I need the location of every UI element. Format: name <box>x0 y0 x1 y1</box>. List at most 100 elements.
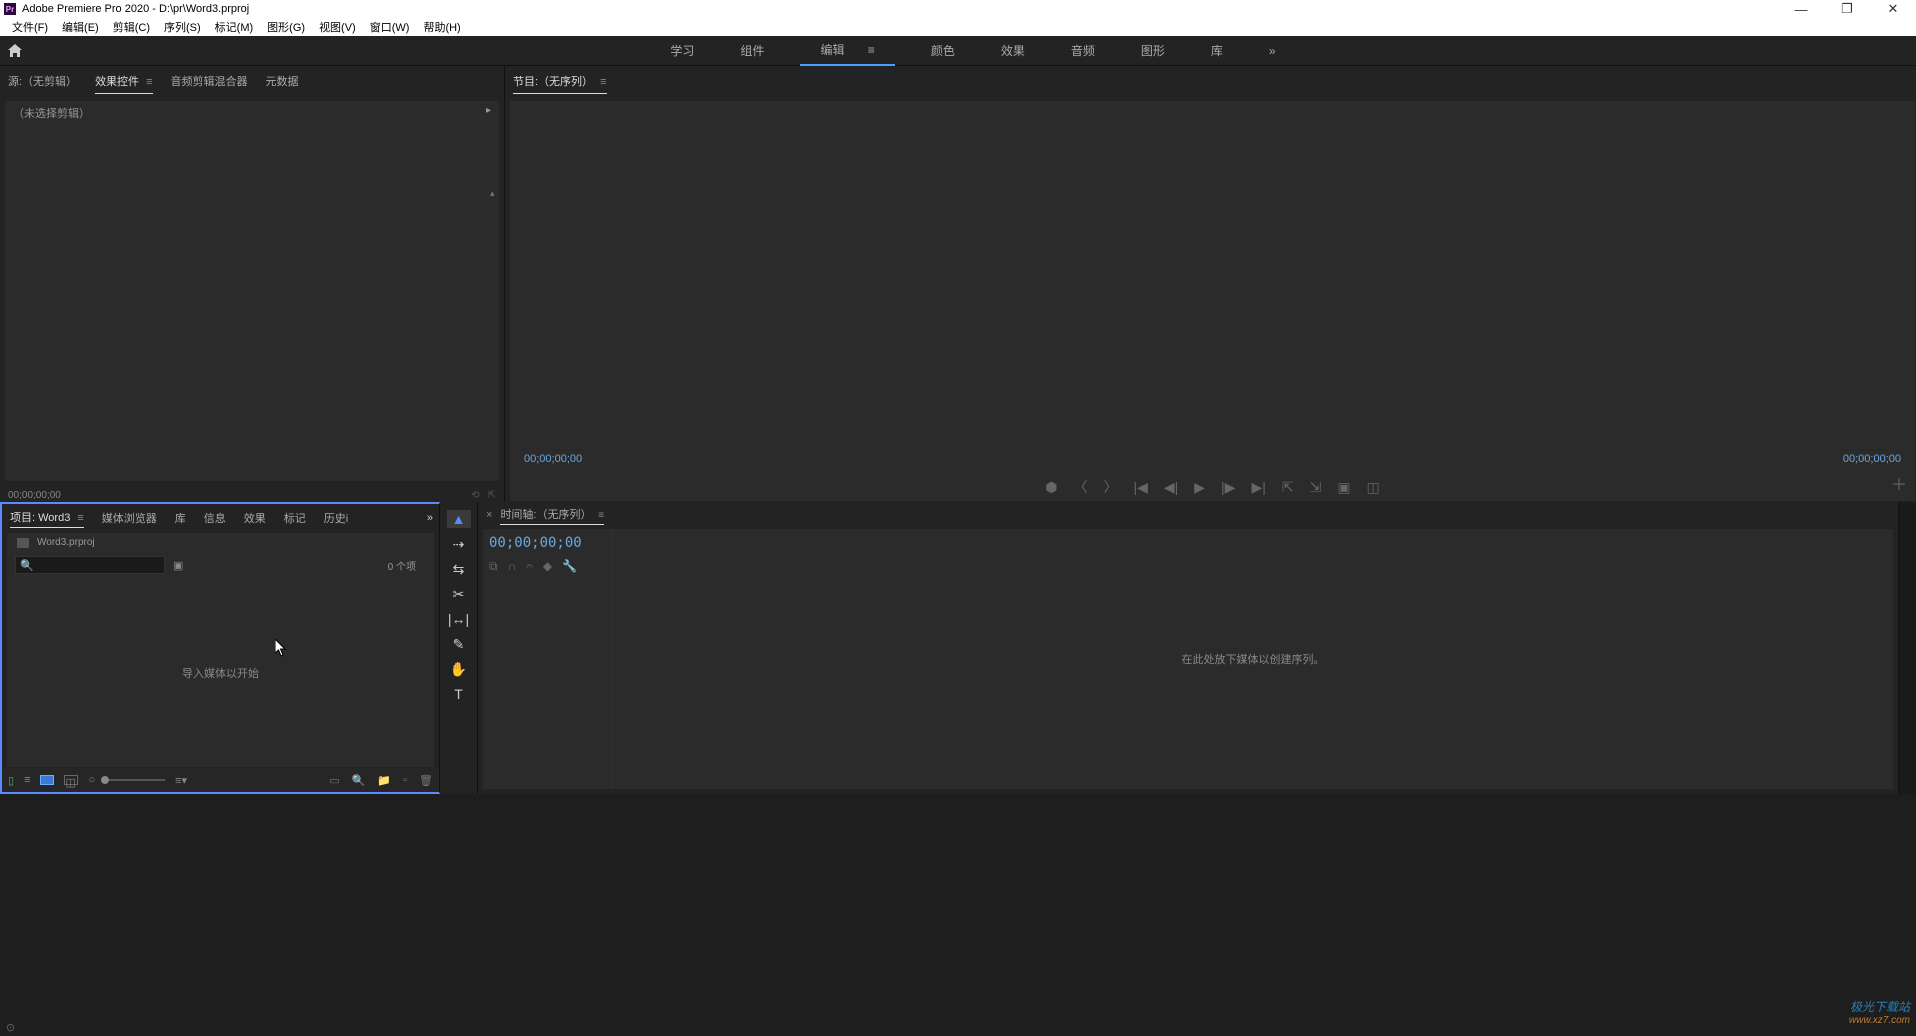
hamburger-icon[interactable]: ≡ <box>597 72 606 92</box>
freeform-view-icon[interactable]: ◫ <box>64 775 78 785</box>
tool-strip: ▲ ⇢ ⇆ ✂ |↔| ✎ ✋ T <box>440 502 478 794</box>
new-item-dropdown-icon[interactable]: ▫ <box>403 774 407 787</box>
selection-tool-icon[interactable]: ▲ <box>447 510 471 528</box>
menu-marker[interactable]: 标记(M) <box>209 19 260 35</box>
pen-tool-icon[interactable]: ✎ <box>447 635 471 653</box>
in-point-icon[interactable]: 〈 <box>1073 477 1087 497</box>
output-icon[interactable]: ⇱ <box>488 490 496 501</box>
upper-panels: 源:（无剪辑） 效果控件 ≡ 音频剪辑混合器 元数据 （未选择剪辑） ▸ ▴ 0… <box>0 66 1916 502</box>
watermark-line1: 极光下载站 <box>1849 998 1910 1015</box>
tab-audio-mixer[interactable]: 音频剪辑混合器 <box>171 69 248 93</box>
tab-source[interactable]: 源:（无剪辑） <box>8 69 77 93</box>
zoom-icon[interactable]: ⟲ <box>471 490 479 501</box>
ws-tab-effects[interactable]: 效果 <box>991 36 1035 65</box>
hamburger-icon[interactable]: ≡ <box>143 72 152 92</box>
hamburger-icon[interactable]: ≡ <box>858 37 885 63</box>
timeline-drop-hint[interactable]: 在此处放下媒体以创建序列。 <box>613 529 1893 789</box>
program-viewer <box>510 101 1915 447</box>
tab-media-browser[interactable]: 媒体浏览器 <box>102 510 157 526</box>
ws-tab-graphics[interactable]: 图形 <box>1131 36 1175 65</box>
tab-timeline[interactable]: 时间轴:（无序列） ≡ <box>500 506 604 525</box>
add-button-icon[interactable]: ＋ <box>1891 471 1907 495</box>
timeline-panel: × 时间轴:（无序列） ≡ 00;00;00;00 ⧉ ∩ 𝄐 ◆ 🔧 在此处放… <box>478 502 1898 794</box>
camera-icon[interactable]: ▣ <box>1337 479 1350 496</box>
tab-history[interactable]: 历史i <box>324 510 348 526</box>
home-icon[interactable] <box>0 36 30 66</box>
project-footer-right: ▭ 🔍 📁 ▫ 🗑 <box>329 774 433 787</box>
timeline-timecode[interactable]: 00;00;00;00 <box>489 533 606 553</box>
panel-arrow-icon[interactable]: ▸ <box>486 105 491 121</box>
scroll-up-icon[interactable]: ▴ <box>490 188 498 196</box>
diamond-icon[interactable]: ◆ <box>543 559 552 574</box>
go-to-in-icon[interactable]: |◀ <box>1133 479 1147 496</box>
tabs-overflow-icon[interactable]: » <box>427 512 433 524</box>
ws-tab-libraries[interactable]: 库 <box>1201 36 1233 65</box>
project-view-buttons: ▯ ≡ ◫ ○ ≡▾ <box>8 774 187 787</box>
hamburger-icon[interactable]: ≡ <box>596 510 605 521</box>
auto-seq-icon[interactable]: ▭ <box>329 774 339 787</box>
menu-sequence[interactable]: 序列(S) <box>158 19 207 35</box>
minimize-button[interactable]: — <box>1778 0 1824 18</box>
compare-icon[interactable]: ◫ <box>1367 479 1380 496</box>
ws-tab-editing-label: 编辑 <box>810 37 854 63</box>
icon-view-icon[interactable] <box>40 775 54 785</box>
menu-view[interactable]: 视图(V) <box>313 19 362 35</box>
close-button[interactable]: ✕ <box>1870 0 1916 18</box>
new-bin-icon[interactable]: 📁 <box>377 774 391 787</box>
tab-effect-controls[interactable]: 效果控件 ≡ <box>95 69 152 94</box>
menu-help[interactable]: 帮助(H) <box>417 19 466 35</box>
hand-tool-icon[interactable]: ✋ <box>447 660 471 678</box>
new-item-icon[interactable]: ▯ <box>8 774 14 787</box>
link-icon[interactable]: ∩ <box>508 559 517 574</box>
snap-icon[interactable]: ⧉ <box>489 559 498 574</box>
type-tool-icon[interactable]: T <box>447 685 471 703</box>
bin-icon[interactable]: ▣ <box>173 559 183 572</box>
menu-file[interactable]: 文件(F) <box>6 19 54 35</box>
tab-metadata[interactable]: 元数据 <box>266 69 299 93</box>
zoom-slider-knob[interactable]: ○ <box>88 774 95 786</box>
tab-project[interactable]: 项目: Word3 ≡ <box>10 509 84 528</box>
timeline-tool-icons: ⧉ ∩ 𝄐 ◆ 🔧 <box>489 553 606 574</box>
tab-effects[interactable]: 效果 <box>244 510 266 526</box>
slip-tool-icon[interactable]: |↔| <box>447 610 471 628</box>
program-panel: 节目:（无序列） ≡ 00;00;00;00 00;00;00;00 ⬢ 〈 〉… <box>505 66 1916 502</box>
out-point-icon[interactable]: 〉 <box>1103 477 1117 497</box>
search-input[interactable]: 🔍 <box>15 556 165 574</box>
extract-icon[interactable]: ⇲ <box>1310 479 1322 496</box>
track-select-tool-icon[interactable]: ⇢ <box>447 535 471 553</box>
ws-tab-assemble[interactable]: 组件 <box>730 36 774 65</box>
marker-add-icon[interactable]: 𝄐 <box>526 559 533 574</box>
ws-overflow-icon[interactable]: » <box>1259 38 1286 64</box>
ripple-edit-tool-icon[interactable]: ⇆ <box>447 560 471 578</box>
menu-graphics[interactable]: 图形(G) <box>261 19 311 35</box>
play-icon[interactable]: ▶ <box>1194 479 1205 496</box>
menu-clip[interactable]: 剪辑(C) <box>107 19 156 35</box>
maximize-button[interactable]: ❐ <box>1824 0 1870 18</box>
tab-markers[interactable]: 标记 <box>284 510 306 526</box>
tab-libraries[interactable]: 库 <box>175 510 186 526</box>
no-clip-selected-label: （未选择剪辑） <box>13 105 90 121</box>
zoom-slider[interactable] <box>105 779 165 781</box>
menu-window[interactable]: 窗口(W) <box>364 19 416 35</box>
tab-program[interactable]: 节目:（无序列） ≡ <box>513 69 607 94</box>
close-panel-icon[interactable]: × <box>486 509 492 521</box>
delete-icon[interactable]: 🗑 <box>419 774 433 787</box>
lift-icon[interactable]: ⇱ <box>1282 479 1294 496</box>
go-to-out-icon[interactable]: ▶| <box>1251 479 1265 496</box>
list-view-icon[interactable]: ≡ <box>24 774 30 786</box>
hamburger-icon[interactable]: ≡ <box>74 512 83 524</box>
sort-icon[interactable]: ≡▾ <box>175 774 187 787</box>
ws-tab-editing[interactable]: 编辑 ≡ <box>800 35 894 66</box>
find-icon[interactable]: 🔍 <box>352 774 366 787</box>
step-back-icon[interactable]: ◀| <box>1164 479 1178 496</box>
menu-edit[interactable]: 编辑(E) <box>56 19 105 35</box>
tab-info[interactable]: 信息 <box>204 510 226 526</box>
ws-tab-learn[interactable]: 学习 <box>660 36 704 65</box>
step-forward-icon[interactable]: |▶ <box>1221 479 1235 496</box>
ws-tab-audio[interactable]: 音频 <box>1061 36 1105 65</box>
marker-icon[interactable]: ⬢ <box>1045 479 1057 496</box>
ws-tab-color[interactable]: 颜色 <box>921 36 965 65</box>
import-hint[interactable]: 导入媒体以开始 <box>7 578 434 767</box>
settings-icon[interactable]: 🔧 <box>562 559 577 574</box>
razor-tool-icon[interactable]: ✂ <box>447 585 471 603</box>
